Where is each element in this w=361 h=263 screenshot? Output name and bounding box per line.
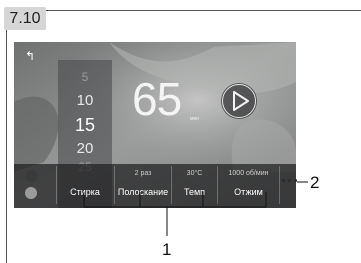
callout-lines <box>83 181 308 236</box>
callout-1: 1 <box>162 240 172 259</box>
callout-2: 2 <box>310 173 320 192</box>
